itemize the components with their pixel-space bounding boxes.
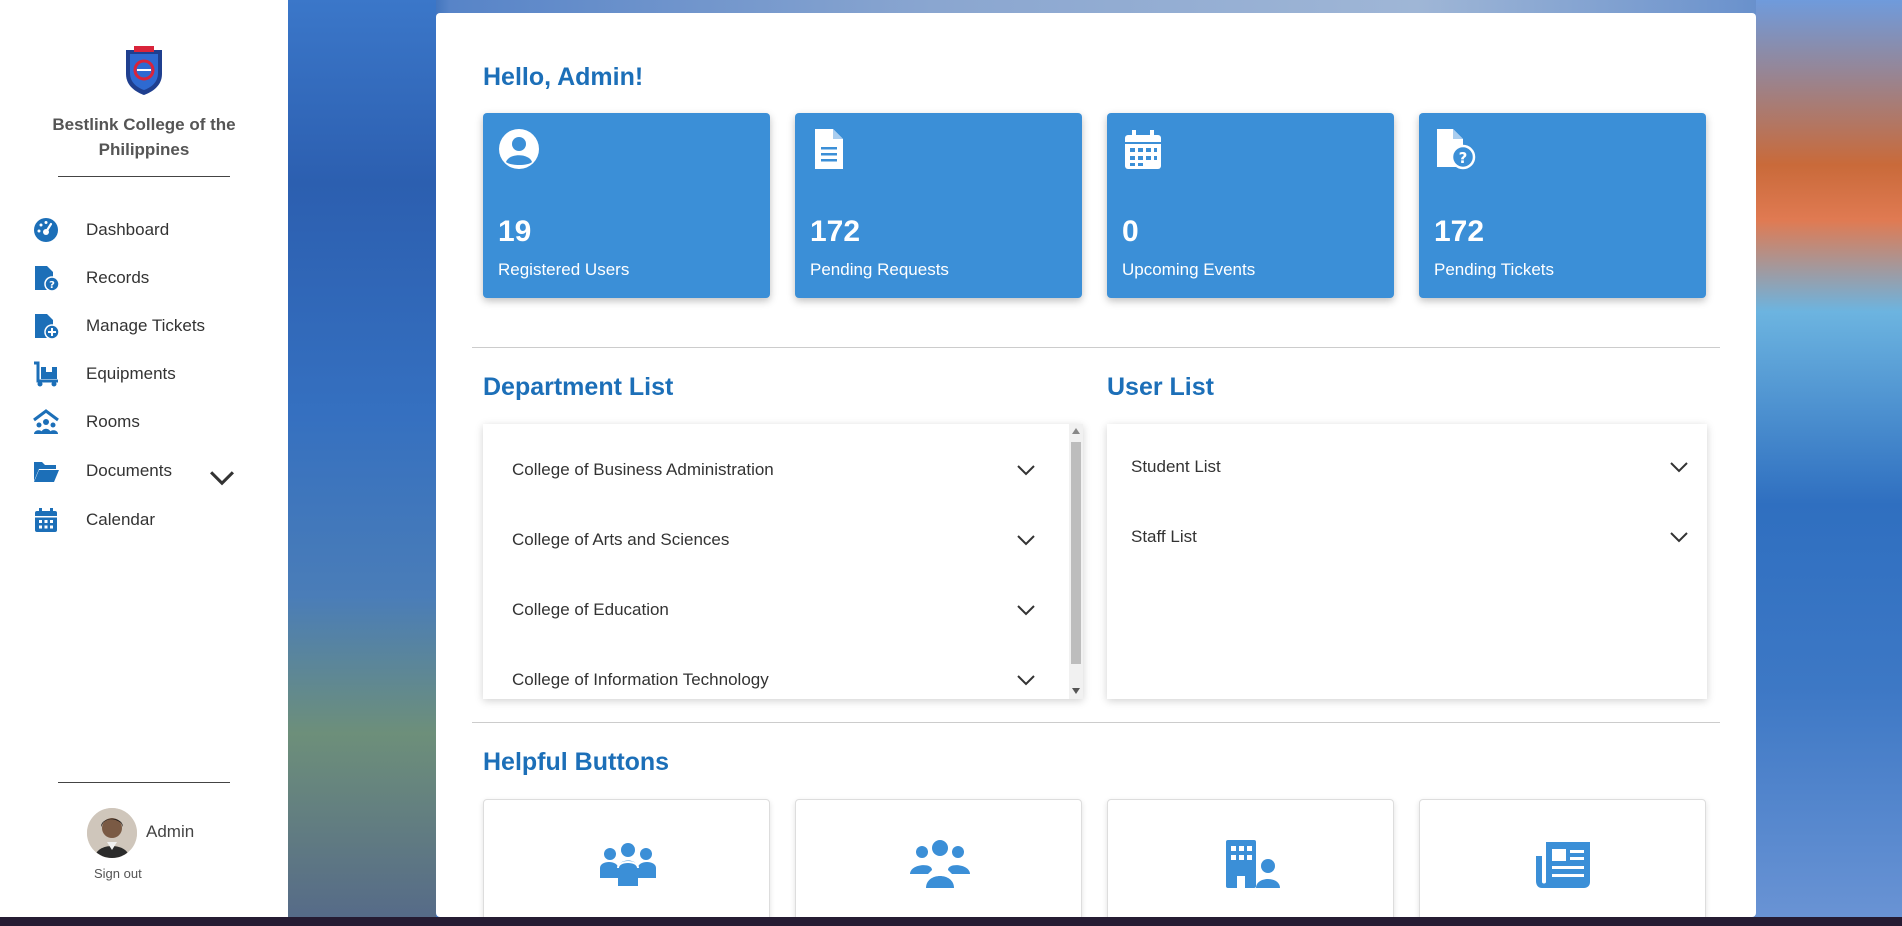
stat-card-registered-users[interactable]: 19 Registered Users [483,113,770,298]
sidebar-item-calendar[interactable]: Calendar [32,502,272,538]
sidebar-item-records[interactable]: ? Records [32,260,272,296]
sidebar: Bestlink College of the Philippines Dash… [0,0,288,917]
section-divider [472,722,1720,723]
sidebar-item-equipments[interactable]: Equipments [32,356,272,392]
stat-label: Pending Tickets [1434,260,1555,279]
list-item[interactable]: College of Information Technology [483,645,1069,715]
chevron-down-icon [1670,462,1688,473]
department-name: College of Arts and Sciences [512,530,730,549]
sidebar-item-label: Rooms [86,412,140,431]
avatar[interactable] [87,808,137,858]
file-lines-icon [815,129,843,169]
user-list-name: Staff List [1131,527,1197,546]
file-question-icon: ? [1437,129,1476,170]
helpful-button-departments[interactable] [1107,799,1394,917]
user-list-name: Student List [1131,457,1221,476]
user-circle-icon [499,129,539,169]
department-list: College of Business Administration Colle… [483,424,1083,699]
department-name: College of Education [512,600,669,619]
stat-card-pending-requests[interactable]: 172 Pending Requests [795,113,1082,298]
svg-text:?: ? [49,280,55,291]
sidebar-item-label: Records [86,268,150,287]
sidebar-item-label: Equipments [86,364,176,383]
stat-value: 172 [810,215,861,248]
stat-card-pending-tickets[interactable]: ? 172 Pending Tickets [1419,113,1706,298]
scroll-down-arrow-icon[interactable] [1072,688,1080,694]
scrollbar[interactable] [1069,424,1083,699]
people-roof-icon [33,409,59,434]
department-name: College of Information Technology [512,670,769,689]
department-name: College of Business Administration [512,460,774,479]
people-group-icon [600,843,656,886]
sidebar-item-label: Manage Tickets [86,316,206,335]
sidebar-item-label: Documents [86,461,172,480]
chevron-down-icon [1670,532,1688,543]
helpful-button-groups[interactable] [483,799,770,917]
sidebar-item-label: Dashboard [86,220,170,239]
stat-value: 0 [1122,215,1139,248]
chevron-down-icon[interactable] [208,463,236,491]
users-icon [910,840,970,888]
user-list: Student List Staff List [1107,424,1707,699]
stat-label: Registered Users [498,260,630,279]
taskbar-strip [0,917,1902,926]
user-name: Admin [146,822,195,841]
svg-text:?: ? [1459,149,1468,167]
newspaper-icon [1536,842,1590,888]
gauge-icon [34,218,58,242]
calendar-days-icon [1125,130,1161,169]
folder-open-icon [34,462,59,482]
sign-out-link[interactable]: Sign out [94,866,194,881]
file-plus-icon [35,314,60,340]
stat-card-upcoming-events[interactable]: 0 Upcoming Events [1107,113,1394,298]
scroll-up-arrow-icon[interactable] [1072,428,1080,434]
list-item[interactable]: Student List [1107,432,1707,502]
sidebar-item-dashboard[interactable]: Dashboard [32,212,272,248]
chevron-down-icon [1017,675,1035,686]
sidebar-item-documents[interactable]: Documents [32,453,272,489]
list-item[interactable]: College of Arts and Sciences [483,505,1069,575]
section-divider [472,347,1720,348]
sidebar-divider [58,176,230,177]
avatar-image [87,808,137,858]
department-list-title: Department List [483,373,674,401]
background-photo-left [288,0,436,917]
stat-value: 19 [498,215,532,248]
list-item[interactable]: College of Education [483,575,1069,645]
chevron-down-icon [1017,605,1035,616]
sidebar-item-manage-tickets[interactable]: Manage Tickets [32,308,272,344]
helpful-button-users[interactable] [795,799,1082,917]
user-list-title: User List [1107,373,1214,401]
chevron-down-icon [1017,465,1035,476]
helpful-button-news[interactable] [1419,799,1706,917]
stat-value: 172 [1434,215,1485,248]
calendar-icon [35,508,57,532]
school-logo [126,46,162,95]
list-item[interactable]: Staff List [1107,502,1707,572]
building-user-icon [1226,840,1280,888]
list-item[interactable]: College of Business Administration [483,435,1069,505]
helpful-buttons-title: Helpful Buttons [483,748,670,776]
dolly-icon [34,361,58,387]
school-name: Bestlink College of the Philippines [52,115,236,159]
stat-label: Pending Requests [810,260,949,279]
sidebar-item-rooms[interactable]: Rooms [32,404,272,440]
stat-label: Upcoming Events [1122,260,1256,279]
main-panel: Hello, Admin! 19 Registered Users 172 Pe… [436,13,1756,917]
sidebar-item-label: Calendar [86,510,155,529]
greeting-title: Hello, Admin! [483,63,644,91]
sidebar-divider [58,782,230,783]
file-question-icon: ? [35,266,60,292]
background-photo-right [1756,0,1902,917]
chevron-down-icon [1017,535,1035,546]
scrollbar-thumb[interactable] [1071,442,1081,664]
